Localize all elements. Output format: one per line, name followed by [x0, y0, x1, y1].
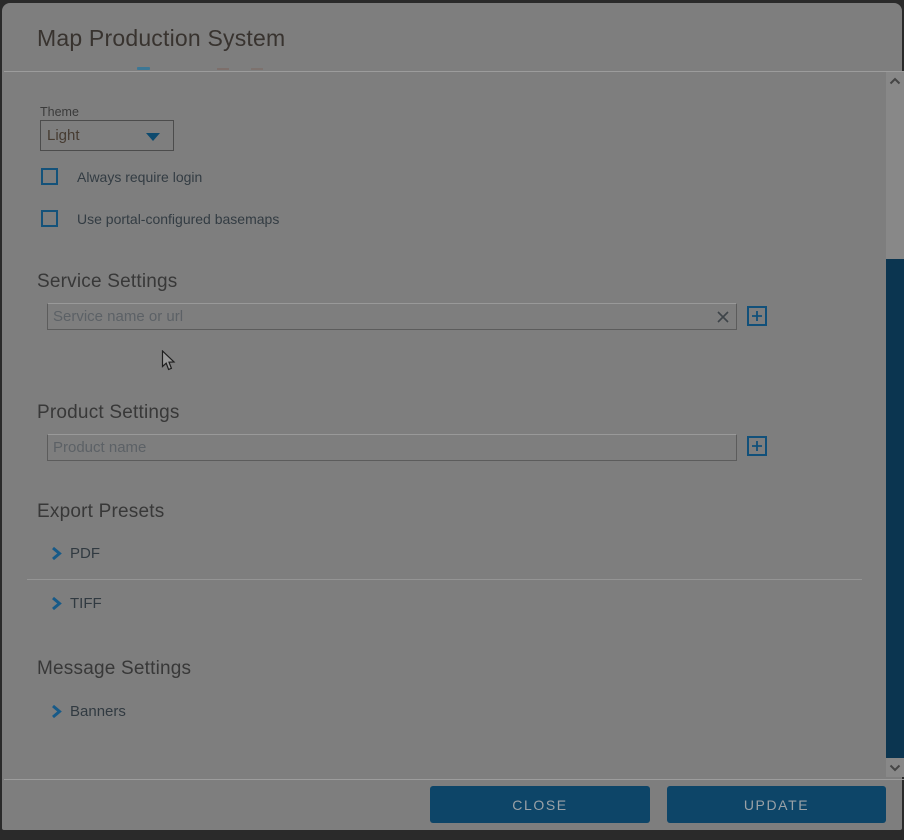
- export-preset-pdf-expander[interactable]: PDF: [51, 545, 100, 562]
- chevron-right-icon: [51, 546, 62, 561]
- export-preset-tiff-expander[interactable]: TIFF: [51, 595, 102, 612]
- clipped-scrolled-content: [137, 67, 150, 70]
- chevron-down-icon: [889, 764, 901, 772]
- checkbox-row-portal-basemaps[interactable]: Use portal-configured basemaps: [41, 210, 279, 227]
- theme-label: Theme: [40, 105, 79, 119]
- portal-basemaps-checkbox[interactable]: [41, 210, 58, 227]
- product-name-input[interactable]: [47, 434, 737, 461]
- checkbox-label: Use portal-configured basemaps: [77, 211, 279, 227]
- chevron-down-icon: [146, 133, 160, 141]
- scrollbar-thumb[interactable]: [886, 259, 904, 758]
- footer-divider: [4, 779, 904, 780]
- export-items-divider: [27, 579, 862, 580]
- chevron-right-icon: [51, 704, 62, 719]
- service-settings-heading: Service Settings: [37, 271, 178, 293]
- map-production-dialog: Map Production System Theme Light Always…: [2, 3, 902, 830]
- expander-label: TIFF: [70, 595, 102, 612]
- clipped-scrolled-content: [217, 68, 229, 70]
- scrollbar[interactable]: [886, 72, 904, 777]
- expander-label: Banners: [70, 703, 126, 720]
- add-product-button[interactable]: [747, 436, 767, 456]
- app-window: { "window": { "title": "Map Production S…: [0, 0, 904, 840]
- theme-dropdown-value: Light: [47, 127, 80, 144]
- banners-expander[interactable]: Banners: [51, 703, 126, 720]
- chevron-right-icon: [51, 596, 62, 611]
- mouse-cursor: [161, 350, 176, 372]
- chevron-up-icon: [889, 77, 901, 85]
- expander-label: PDF: [70, 545, 100, 562]
- add-service-button[interactable]: [747, 306, 767, 326]
- update-button[interactable]: UPDATE: [667, 786, 886, 823]
- always-require-login-checkbox[interactable]: [41, 168, 58, 185]
- service-name-input[interactable]: [47, 303, 737, 330]
- clear-input-icon[interactable]: [714, 308, 732, 326]
- dialog-title: Map Production System: [37, 25, 285, 52]
- message-settings-heading: Message Settings: [37, 658, 191, 680]
- theme-dropdown[interactable]: Light: [40, 120, 174, 151]
- checkbox-row-always-require-login[interactable]: Always require login: [41, 168, 202, 185]
- checkbox-label: Always require login: [77, 169, 202, 185]
- scroll-up-button[interactable]: [886, 72, 904, 90]
- close-button[interactable]: CLOSE: [430, 786, 650, 823]
- export-presets-heading: Export Presets: [37, 501, 164, 523]
- header-divider: [4, 71, 904, 72]
- plus-icon: [751, 310, 763, 322]
- scroll-down-button[interactable]: [886, 759, 904, 777]
- product-settings-heading: Product Settings: [37, 402, 180, 424]
- clipped-scrolled-content: [251, 68, 263, 70]
- plus-icon: [751, 440, 763, 452]
